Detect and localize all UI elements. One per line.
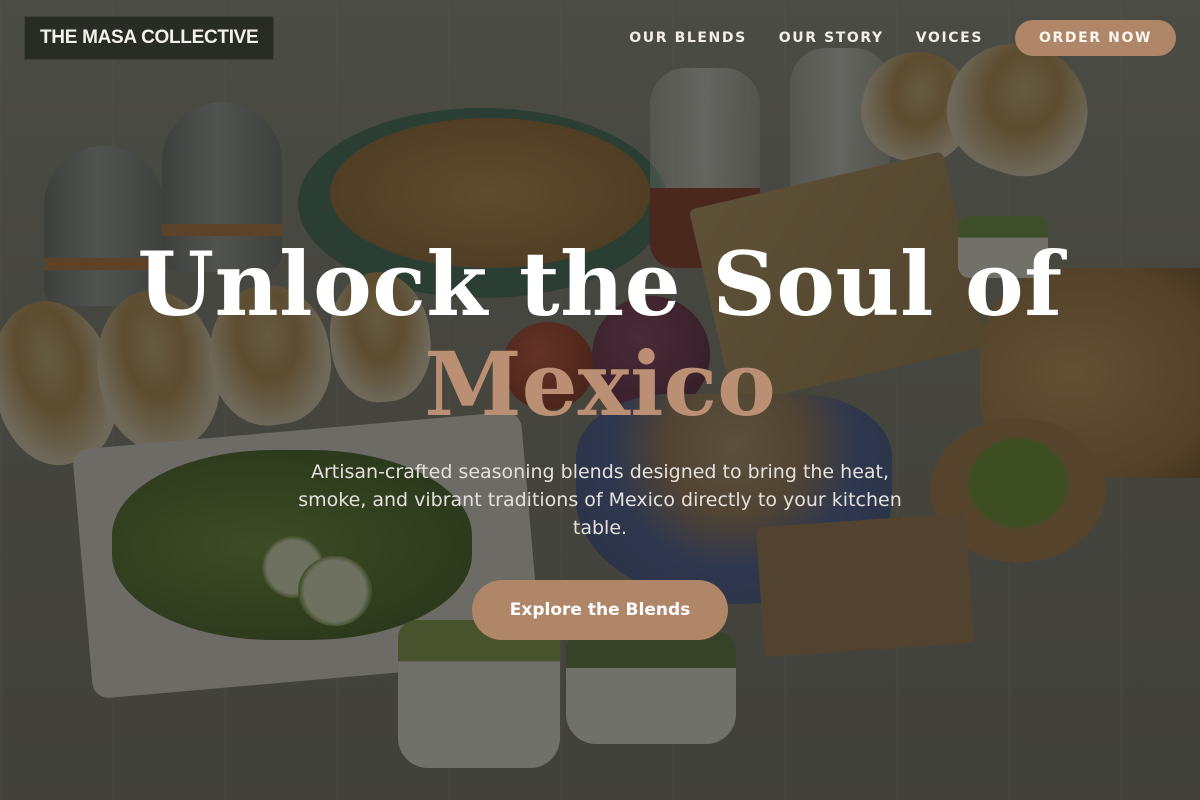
brand-logo[interactable]: THE MASA COLLECTIVE [24, 16, 275, 60]
hero-section: THE MASA COLLECTIVE OUR BLENDS OUR STORY… [0, 0, 1200, 800]
headline-line-1: Unlock the Soul of [137, 232, 1063, 336]
order-now-button[interactable]: ORDER NOW [1015, 20, 1176, 56]
hero-subtitle: Artisan-crafted seasoning blends designe… [298, 461, 902, 539]
nav-links: OUR BLENDS OUR STORY VOICES ORDER NOW [629, 20, 1176, 56]
nav-voices[interactable]: VOICES [916, 30, 983, 46]
hero-headline: Unlock the Soul of Mexico [0, 240, 1200, 428]
explore-blends-button[interactable]: Explore the Blends [472, 580, 728, 640]
headline-line-2: Mexico [424, 332, 776, 436]
nav-our-story[interactable]: OUR STORY [779, 30, 884, 46]
nav-our-blends[interactable]: OUR BLENDS [629, 30, 747, 46]
top-navigation: THE MASA COLLECTIVE OUR BLENDS OUR STORY… [24, 16, 1176, 60]
